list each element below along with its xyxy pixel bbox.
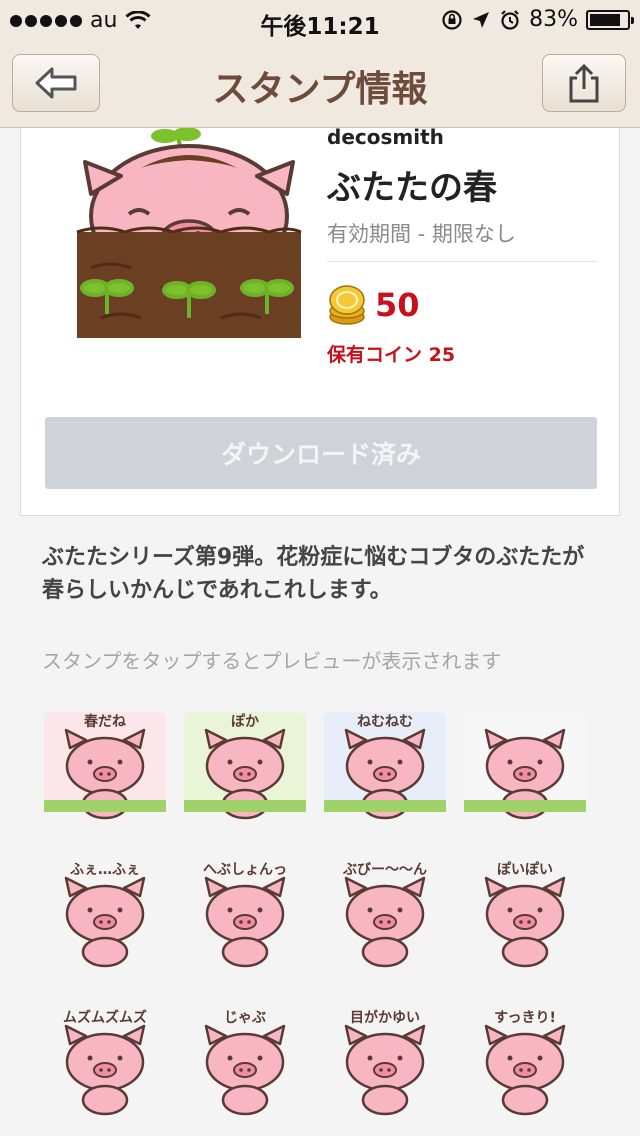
location-arrow-icon: [473, 11, 490, 28]
owned-coins: 保有コイン 25: [327, 340, 455, 367]
navigation-bar: スタンプ情報: [0, 40, 640, 128]
sticker-item[interactable]: ムズムズムズ: [40, 1000, 170, 1118]
sticker-item[interactable]: ぶびー〜〜ん: [320, 852, 450, 970]
sticker-text: へぶしょんっ: [203, 862, 287, 878]
stamp-main-image[interactable]: [71, 128, 307, 340]
sticker-item[interactable]: へぶしょんっ: [180, 852, 310, 970]
preview-hint: スタンプをタップするとプレビューが表示されます: [42, 649, 502, 673]
rotation-lock-icon: [442, 9, 462, 30]
alarm-icon: [501, 9, 519, 30]
sticker-item[interactable]: ぽいぽい: [460, 852, 590, 970]
sticker-item[interactable]: ねむねむ: [320, 704, 450, 822]
owned-coins-label: 保有コイン: [327, 344, 423, 366]
sticker-text: ねむねむ: [357, 714, 413, 730]
status-bar: au 午後11:21 83%: [0, 0, 640, 40]
sticker-item[interactable]: 目がかゆい: [320, 1000, 450, 1118]
battery-icon: [586, 9, 634, 30]
stamp-title: ぶたたの春: [327, 168, 497, 208]
share-icon: [569, 63, 599, 103]
sticker-text: ふぇ…ふぇ: [70, 862, 140, 878]
sticker-text: ぶびー〜〜ん: [342, 862, 427, 878]
sticker-text: ぽか: [231, 713, 259, 730]
sticker-text: じゃぶ: [224, 1010, 266, 1026]
sticker-item[interactable]: [460, 704, 590, 822]
stamp-author: decosmith: [327, 125, 444, 149]
battery-percent: 83%: [529, 7, 578, 32]
download-button[interactable]: ダウンロード済み: [45, 417, 597, 489]
sticker-item[interactable]: じゃぶ: [180, 1000, 310, 1118]
sticker-text: すっきり!: [494, 1010, 556, 1026]
stamp-price: 50: [375, 286, 420, 324]
status-right: 83%: [441, 7, 634, 32]
owned-coins-value: 25: [428, 344, 456, 366]
coin-icon: [329, 285, 365, 325]
sticker-item[interactable]: ふぇ…ふぇ: [40, 852, 170, 970]
sticker-item[interactable]: ぽか: [180, 704, 310, 822]
share-button[interactable]: [542, 54, 626, 112]
stamp-info-card: decosmith ぶたたの春 有効期間 - 期限なし 50 保有コイン 25 …: [20, 125, 620, 516]
sticker-text: ぽいぽい: [497, 861, 553, 878]
sticker-text: 春だね: [83, 713, 126, 730]
stamp-description: ぶたたシリーズ第9弾。花粉症に悩むコブタのぶたたが春らしいかんじであれこれします…: [42, 545, 585, 603]
sticker-item[interactable]: すっきり!: [460, 1000, 590, 1118]
sticker-text: 目がかゆい: [350, 1009, 420, 1026]
sticker-item[interactable]: 春だね: [40, 704, 170, 822]
stamp-validity: 有効期間 - 期限なし: [327, 222, 516, 246]
sticker-text: ムズムズムズ: [63, 1009, 147, 1026]
divider: [327, 261, 597, 262]
